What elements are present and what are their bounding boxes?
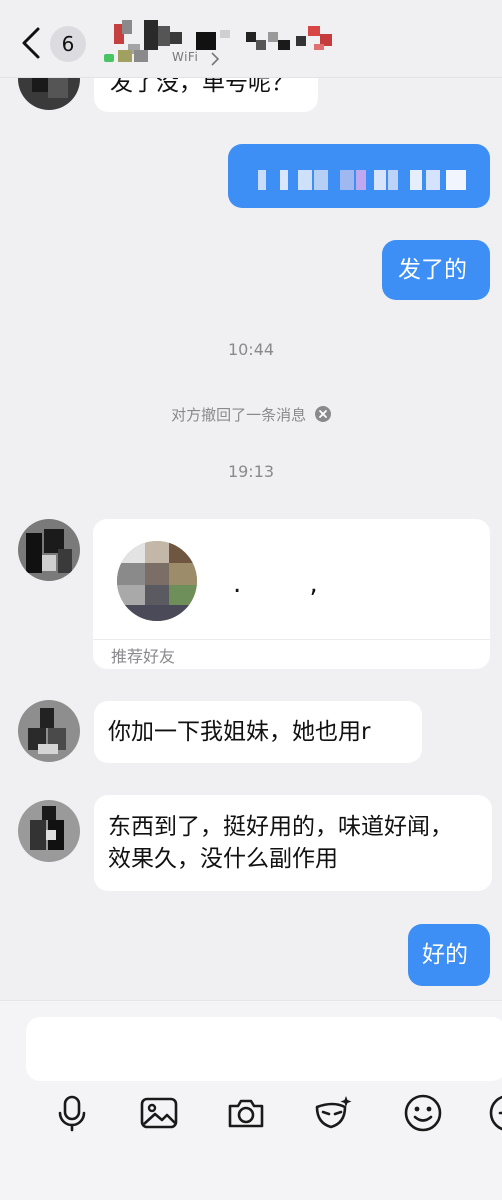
- recall-notice-text: 对方撤回了一条消息: [171, 406, 307, 424]
- close-circle-icon[interactable]: [314, 406, 331, 422]
- camera-icon[interactable]: [226, 1093, 266, 1133]
- chat-header: 6 WiFi: [0, 0, 502, 78]
- mask-sparkle-icon[interactable]: [313, 1093, 353, 1133]
- timestamp: 10:44: [227, 340, 275, 359]
- chevron-left-icon[interactable]: [20, 26, 42, 60]
- message-bubble-incoming[interactable]: 东西到了，挺好用的，味道好闻， 效果久，没什么副作用: [94, 795, 492, 891]
- card-footer-label: 推荐好友: [111, 647, 176, 666]
- message-bubble-outgoing[interactable]: [228, 144, 490, 208]
- status-pixel: [118, 50, 132, 62]
- timestamp: 19:13: [227, 462, 275, 481]
- divider: [93, 639, 490, 640]
- message-text-line: 效果久，没什么副作用: [108, 846, 338, 872]
- avatar-contact[interactable]: [18, 800, 80, 862]
- status-pixel: [134, 50, 148, 62]
- chevron-right-icon[interactable]: [210, 52, 220, 66]
- online-status-icon: [104, 54, 114, 62]
- card-contact-name: . ,: [233, 569, 348, 599]
- recall-notice: 对方撤回了一条消息: [0, 404, 502, 425]
- message-text-line: 东西到了，挺好用的，味道好闻，: [108, 814, 453, 840]
- message-text: 你加一下我姐妹，她也用r: [108, 719, 371, 745]
- microphone-icon[interactable]: [52, 1093, 92, 1133]
- input-bar: [0, 1000, 502, 1200]
- avatar-contact[interactable]: [18, 519, 80, 581]
- message-bubble-incoming[interactable]: 你加一下我姐妹，她也用r: [94, 701, 422, 763]
- image-icon[interactable]: [139, 1093, 179, 1133]
- message-bubble-outgoing[interactable]: 好的: [408, 924, 490, 986]
- friend-recommend-card[interactable]: . , 推荐好友: [93, 519, 490, 669]
- connection-status: WiFi: [172, 50, 199, 64]
- message-text: 发了的: [398, 257, 467, 283]
- card-avatar: [117, 541, 197, 621]
- unread-count-badge[interactable]: 6: [50, 26, 86, 62]
- message-input[interactable]: [26, 1017, 502, 1081]
- smiley-icon[interactable]: [403, 1093, 443, 1133]
- message-bubble-outgoing[interactable]: 发了的: [382, 240, 490, 300]
- avatar-contact[interactable]: [18, 700, 80, 762]
- message-text: 好的: [422, 942, 468, 968]
- plus-icon[interactable]: [488, 1093, 502, 1133]
